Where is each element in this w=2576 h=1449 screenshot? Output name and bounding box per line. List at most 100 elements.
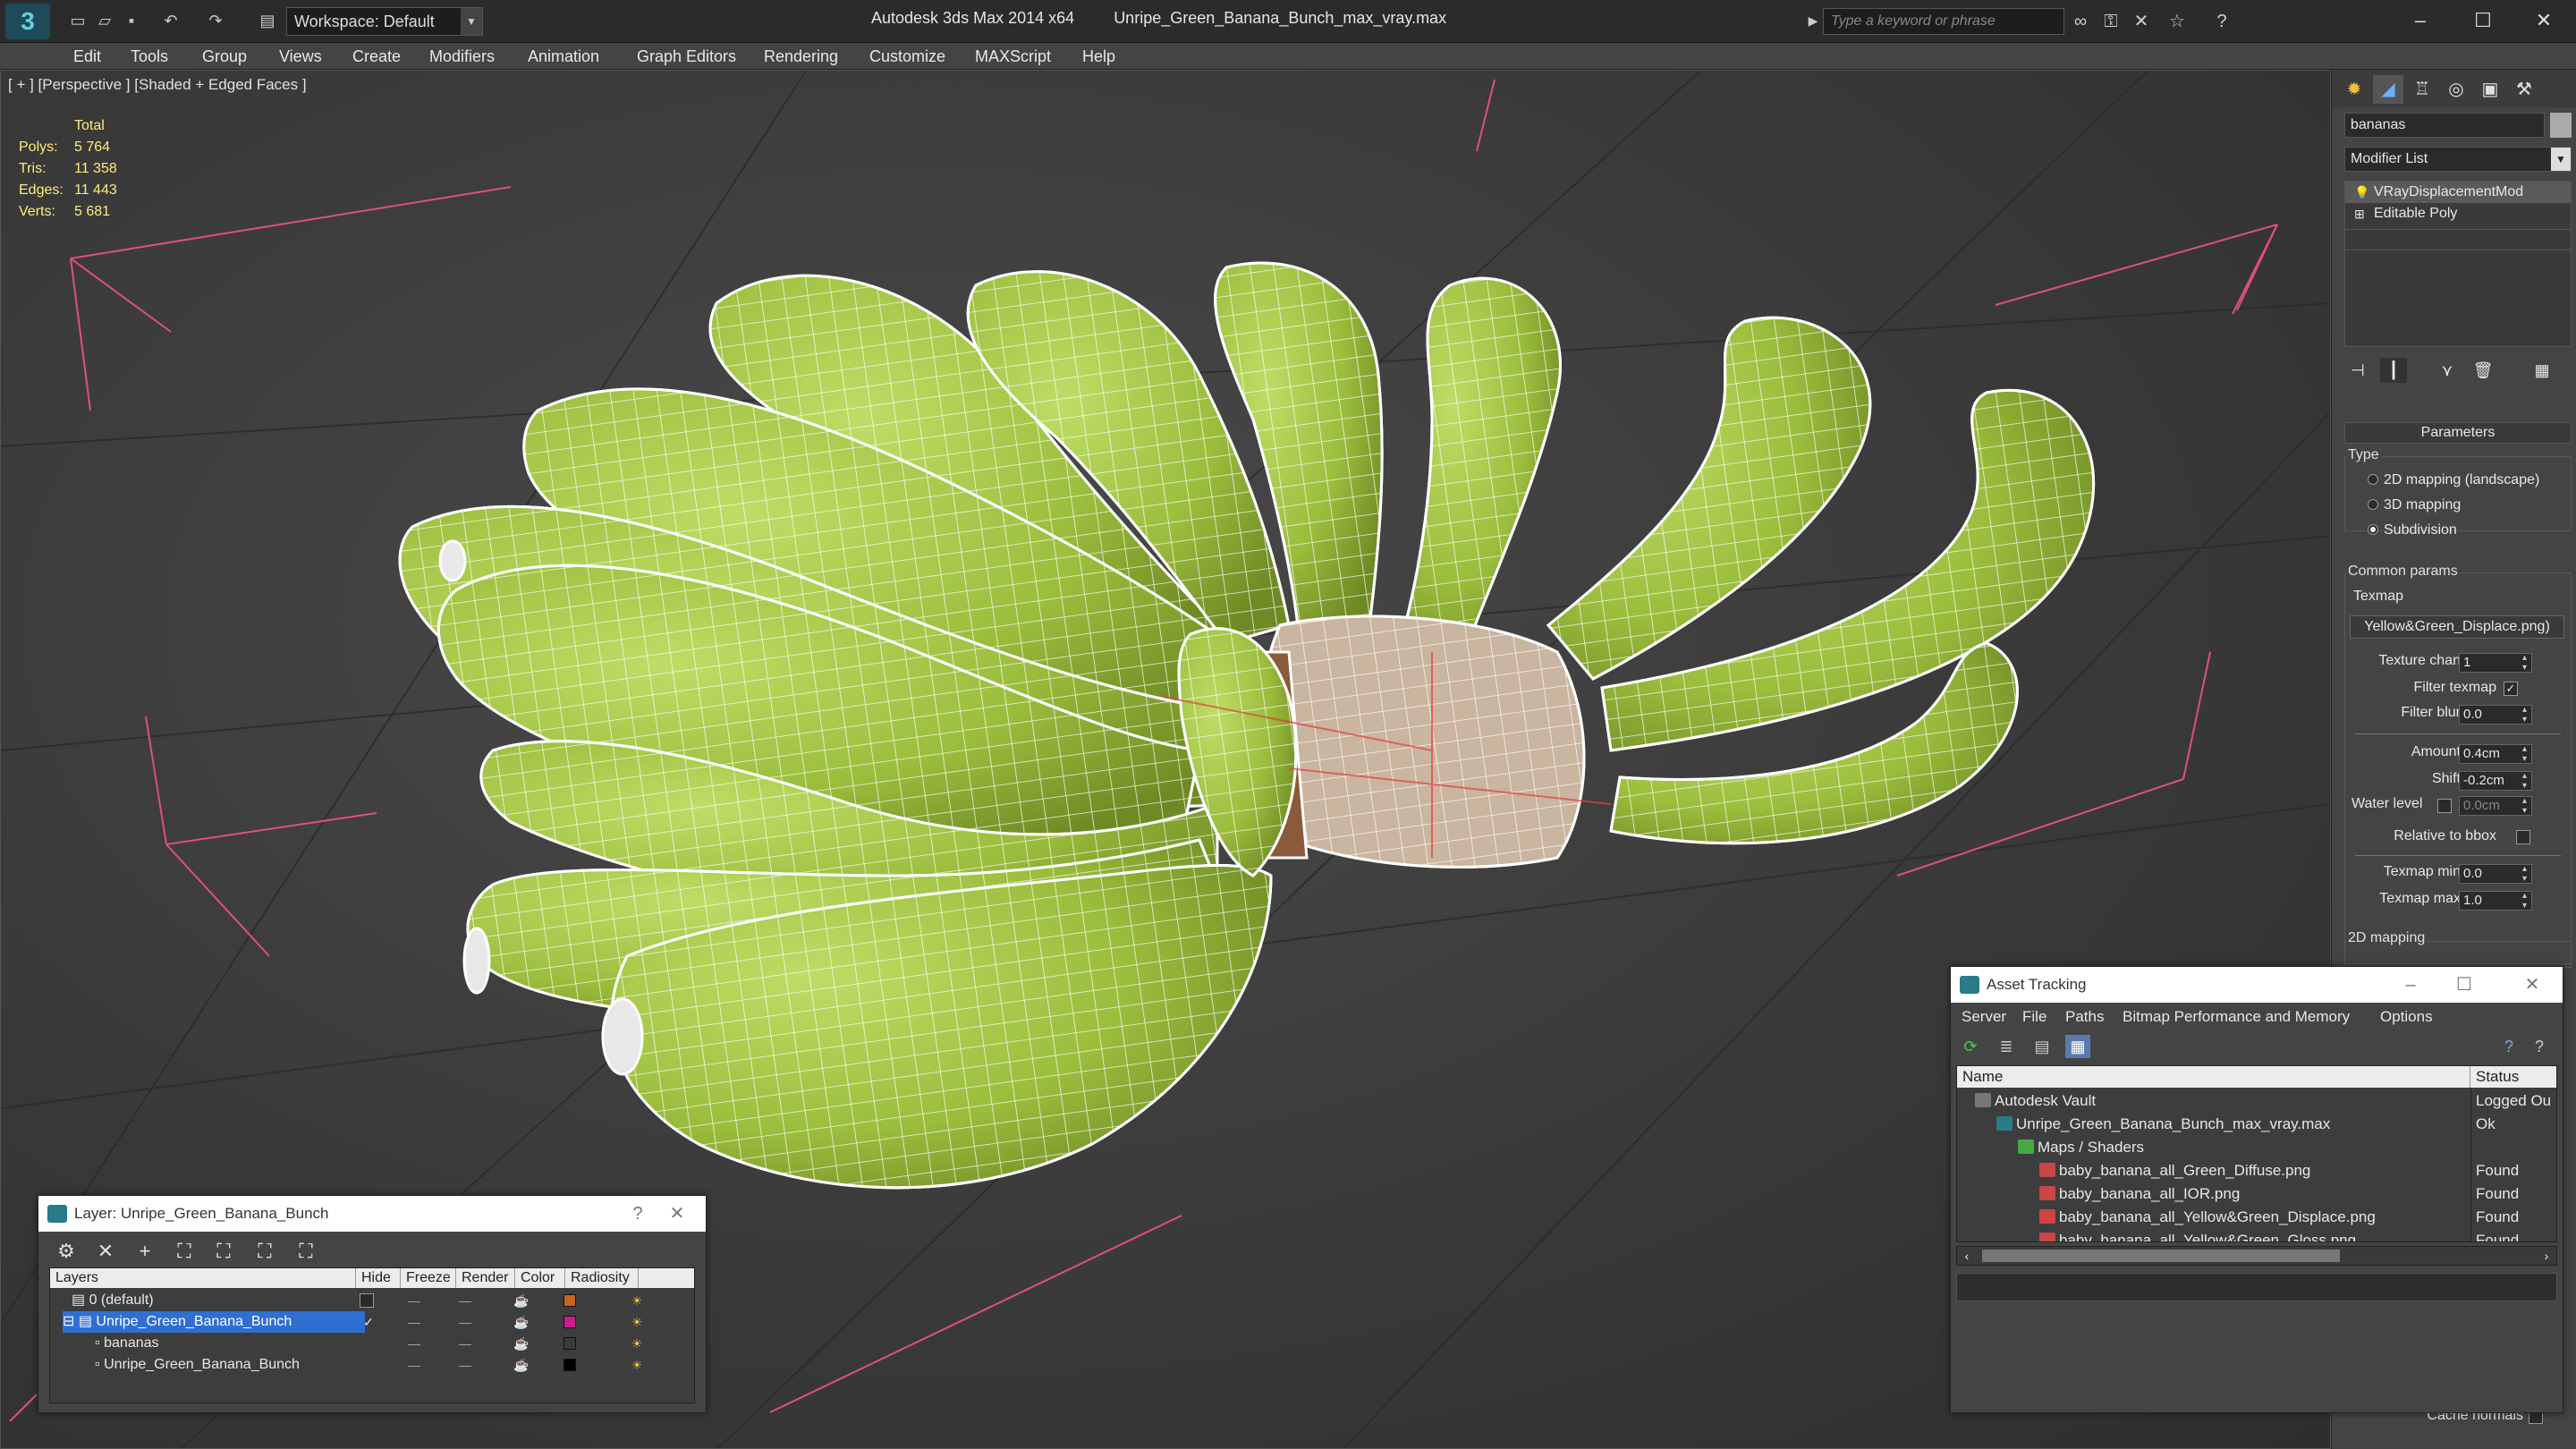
asset-row[interactable]: baby_banana_all_IOR.png Found [1957, 1182, 2556, 1206]
layer-color-swatch[interactable] [564, 1359, 576, 1371]
water-level-spinner[interactable]: 0.0cm [2459, 796, 2532, 816]
expand-plus-icon[interactable]: ⊞ [2354, 203, 2365, 225]
layer-color-swatch[interactable] [564, 1294, 576, 1307]
horizontal-scrollbar[interactable]: ‹ › [1956, 1246, 2557, 1266]
menu-group[interactable]: Group [202, 43, 247, 70]
filter-blur-spinner[interactable]: 0.0 [2459, 705, 2532, 724]
shift-spinner[interactable]: -0.2cm [2459, 771, 2532, 791]
hide-toggle[interactable]: — [392, 1333, 436, 1354]
menu-edit[interactable]: Edit [73, 43, 101, 70]
texmap-min-spinner[interactable]: 0.0 [2459, 864, 2532, 884]
col-status[interactable]: Status [2470, 1066, 2556, 1088]
asset-row[interactable]: Unripe_Green_Banana_Bunch_max_vray.max Ok [1957, 1113, 2556, 1136]
radio-subdivision[interactable]: Subdivision [2368, 522, 2457, 538]
modify-tab-icon[interactable]: ◢ [2373, 75, 2403, 104]
delete-layer-icon[interactable]: ✕ [90, 1237, 121, 1266]
favorites-star-icon[interactable]: ☆ [2165, 9, 2190, 34]
configure-sets-icon[interactable]: ▦ [2529, 358, 2555, 383]
freeze-toggle[interactable]: — [438, 1290, 492, 1311]
scroll-left-icon[interactable]: ‹ [1957, 1247, 1977, 1265]
lightbulb-icon[interactable]: 💡 [2354, 182, 2369, 203]
stack-item-vray-displacement[interactable]: 💡 VRayDisplacementMod [2345, 182, 2571, 203]
app-logo-icon[interactable]: 3 [5, 4, 50, 39]
help-icon[interactable]: ? [620, 1196, 656, 1232]
workspace-dropdown[interactable]: Workspace: Default ▼ [286, 7, 483, 36]
project-folder-icon[interactable]: ▤ [256, 9, 279, 32]
layer-row[interactable]: ▤ 0 (default) — — ☕ ☀ [50, 1290, 694, 1311]
asset-row[interactable]: baby_banana_all_Yellow&Green_Gloss.png Fo… [1957, 1229, 2556, 1241]
radio-2d-mapping[interactable]: 2D mapping (landscape) [2368, 472, 2539, 488]
pin-stack-icon[interactable]: ⊣ [2344, 358, 2371, 383]
freeze-toggle[interactable]: — [438, 1354, 492, 1376]
subscription-icon[interactable]: ⚿ [2098, 9, 2123, 34]
search-expand-icon[interactable]: ▶ [1801, 9, 1825, 32]
render-teapot-icon[interactable]: ☕ [492, 1354, 551, 1376]
modifier-list-dropdown[interactable]: Modifier List ▼ [2344, 147, 2572, 172]
menu-views[interactable]: Views [279, 43, 322, 70]
water-level-checkbox[interactable] [2437, 799, 2452, 813]
minimize-icon[interactable]: – [2393, 967, 2428, 1003]
radio-dot[interactable] [2368, 499, 2378, 510]
layer-color-swatch[interactable] [564, 1316, 576, 1328]
help-icon[interactable]: ? [2496, 1035, 2521, 1058]
texmap-max-spinner[interactable]: 1.0 [2459, 891, 2532, 911]
layer-window-titlebar[interactable]: Layer: Unripe_Green_Banana_Bunch ? ✕ [38, 1196, 706, 1232]
render-teapot-icon[interactable]: ☕ [492, 1290, 551, 1311]
asset-row[interactable]: baby_banana_all_Yellow&Green_Displace.pn… [1957, 1206, 2556, 1229]
freeze-toggle[interactable]: — [438, 1333, 492, 1354]
binoculars-icon[interactable]: ∞ [2068, 9, 2093, 34]
display-tab-icon[interactable]: ▣ [2475, 75, 2505, 104]
parameters-rollout-header[interactable] [2344, 229, 2572, 250]
open-file-icon[interactable]: ▱ [93, 9, 116, 32]
hierarchy-tab-icon[interactable]: ♖ [2407, 75, 2437, 104]
show-end-result-icon[interactable]: ┃ [2380, 358, 2407, 383]
menu-customize[interactable]: Customize [869, 43, 945, 70]
close-icon[interactable]: ✕ [2517, 4, 2571, 38]
close-icon[interactable]: ✕ [2514, 967, 2550, 1003]
create-tab-icon[interactable]: ✹ [2339, 75, 2369, 104]
asset-row[interactable]: baby_banana_all_Green_Diffuse.png Found [1957, 1159, 2556, 1182]
utilities-tab-icon[interactable]: ⚒ [2509, 75, 2539, 104]
remove-modifier-icon[interactable]: 🗑 [2470, 358, 2496, 383]
chevron-down-icon[interactable]: ▼ [2551, 148, 2571, 171]
list-view-icon[interactable]: ≣ [1994, 1035, 2019, 1058]
layer-color-swatch[interactable] [564, 1337, 576, 1350]
texture-chan-spinner[interactable]: 1 [2459, 653, 2532, 673]
refresh-icon[interactable]: ⟳ [1958, 1035, 1983, 1058]
object-color-swatch[interactable] [2550, 113, 2572, 138]
hide-all-icon[interactable]: ⛶ [250, 1237, 280, 1266]
add-layer-icon[interactable]: + [130, 1237, 160, 1266]
viewport-label[interactable]: [ + ] [Perspective ] [Shaded + Edged Fac… [8, 76, 307, 94]
object-name-field[interactable]: bananas [2344, 113, 2545, 138]
select-objects-icon[interactable]: ⛶ [169, 1237, 199, 1266]
communication-icon[interactable]: ✕ [2129, 9, 2154, 34]
freeze-toggle[interactable]: — [438, 1311, 492, 1333]
asset-menu-file[interactable]: File [2022, 1003, 2046, 1031]
new-file-icon[interactable]: ▭ [66, 9, 89, 32]
radiosity-icon[interactable]: ☀ [610, 1333, 664, 1354]
highlight-layer-icon[interactable]: ⛶ [208, 1237, 239, 1266]
menu-rendering[interactable]: Rendering [764, 43, 838, 70]
menu-create[interactable]: Create [352, 43, 401, 70]
search-input[interactable]: Type a keyword or phrase [1823, 8, 2064, 35]
stack-item-editable-poly[interactable]: ⊞ Editable Poly [2345, 203, 2571, 225]
col-render[interactable]: Render [456, 1268, 515, 1288]
menu-help[interactable]: Help [1082, 43, 1115, 70]
col-color[interactable]: Color [515, 1268, 565, 1288]
current-layer-checkbox[interactable] [360, 1293, 374, 1308]
asset-menu-paths[interactable]: Paths [2065, 1003, 2104, 1031]
scroll-right-icon[interactable]: › [2537, 1247, 2556, 1265]
col-name[interactable]: Name [1957, 1066, 2470, 1088]
save-file-icon[interactable]: ▪ [120, 9, 143, 32]
render-teapot-icon[interactable]: ☕ [492, 1333, 551, 1354]
asset-menu-bitmap[interactable]: Bitmap Performance and Memory [2123, 1003, 2350, 1031]
col-freeze[interactable]: Freeze [401, 1268, 456, 1288]
hide-toggle[interactable]: — [392, 1354, 436, 1376]
help-icon[interactable]: ? [2209, 9, 2234, 34]
texmap-button[interactable]: Yellow&Green_Displace.png) [2350, 615, 2564, 639]
layer-row[interactable]: ▫ bananas — — ☕ ☀ [50, 1333, 694, 1354]
radio-dot-selected[interactable] [2368, 524, 2378, 535]
menu-graph-editors[interactable]: Graph Editors [637, 43, 736, 70]
menu-modifiers[interactable]: Modifiers [429, 43, 495, 70]
scroll-thumb[interactable] [1982, 1250, 2340, 1262]
